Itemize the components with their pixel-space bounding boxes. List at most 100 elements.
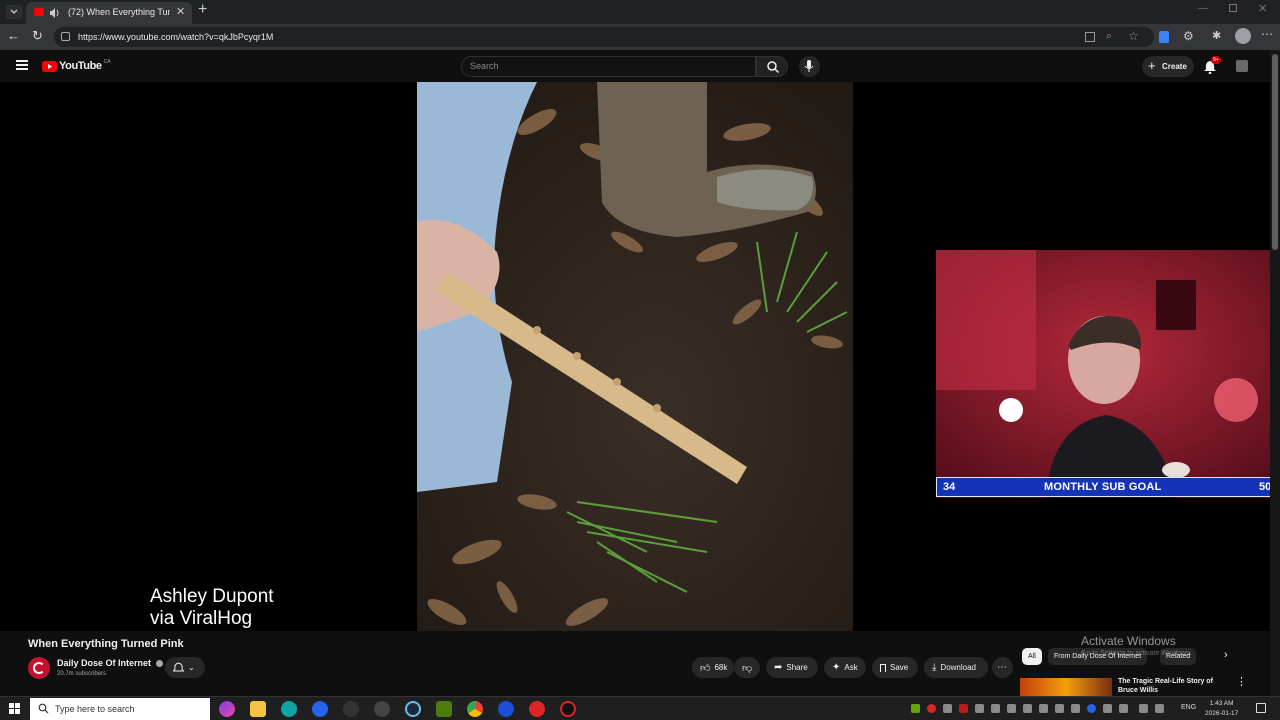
taskbar-search-placeholder: Type here to search (55, 704, 135, 714)
edge-browser-icon[interactable] (281, 701, 297, 717)
search-button[interactable] (756, 56, 788, 77)
tray-icon-12[interactable] (1087, 704, 1096, 713)
notifications-count-badge: 9+ (1211, 56, 1221, 64)
recommended-thumbnail[interactable] (1020, 678, 1112, 696)
create-button[interactable]: + Create (1142, 56, 1194, 77)
site-info-icon[interactable] (61, 32, 70, 41)
caption-line-2: via ViralHog (150, 608, 253, 629)
audio-playing-icon[interactable] (49, 6, 61, 18)
app-icon-blue-2[interactable] (498, 701, 514, 717)
recommended-title-line1: The Tragic Real-Life Story of (1118, 678, 1213, 685)
bookmark-star-icon[interactable]: ☆ (1128, 29, 1139, 43)
tray-icon-10[interactable] (1055, 704, 1064, 713)
browser-tab-strip: (72) When Everything Turne ✕ + — ✕ (0, 0, 1280, 24)
clock-time: 1:43 AM (1209, 700, 1234, 707)
activate-windows-sub: Go to Settings to activate Windows. (1081, 650, 1192, 657)
tray-icon-6[interactable] (991, 704, 1000, 713)
channel-name-text[interactable]: Daily Dose Of Internet (57, 658, 151, 668)
streamer-webcam-overlay (936, 250, 1280, 498)
more-actions-button[interactable]: ⋯ (992, 657, 1013, 678)
chevron-down-icon: ⌄ (188, 663, 195, 672)
page-scrollbar[interactable] (1270, 50, 1280, 696)
account-avatar[interactable] (1236, 60, 1248, 72)
tray-icon-9[interactable] (1039, 704, 1048, 713)
video-frame[interactable] (417, 82, 853, 631)
extensions-puzzle-icon[interactable]: ⚙ (1183, 29, 1194, 43)
save-button[interactable]: Save (872, 657, 918, 678)
url-text[interactable]: https://www.youtube.com/watch?v=qkJbPcyq… (78, 32, 273, 42)
tray-icon-4[interactable] (959, 704, 968, 713)
recommended-title[interactable]: The Tragic Real-Life Story of Bruce Will… (1118, 677, 1213, 695)
tray-icon-14[interactable] (1119, 704, 1128, 713)
tray-icon-13[interactable] (1103, 704, 1112, 713)
app-icon-black-red[interactable] (560, 701, 576, 717)
taskbar-clock[interactable]: 1:43 AM 2026-01-17 (1205, 699, 1238, 719)
network-icon[interactable] (1139, 704, 1148, 713)
tray-icon-8[interactable] (1023, 704, 1032, 713)
app-icon-red[interactable] (529, 701, 545, 717)
ask-button[interactable]: ✦ Ask (824, 657, 866, 678)
volume-icon[interactable] (1155, 704, 1164, 713)
maximize-icon[interactable] (1229, 4, 1237, 12)
youtube-logo[interactable]: YouTube CA (42, 59, 111, 73)
taskbar-search-box[interactable]: Type here to search (30, 698, 210, 720)
reload-icon[interactable]: ↻ (32, 28, 43, 44)
windows-start-icon[interactable] (9, 703, 21, 715)
extension-icon[interactable] (1159, 31, 1169, 43)
download-button[interactable]: ⤓ Download (924, 657, 988, 678)
channel-name[interactable]: Daily Dose Of Internet (57, 658, 163, 668)
dislike-button[interactable]: 👎︎ (734, 657, 760, 678)
notifications-button[interactable]: 9+ (1203, 56, 1221, 75)
app-icon-dark[interactable] (343, 701, 359, 717)
channel-avatar[interactable] (28, 657, 50, 679)
profile-avatar[interactable] (1235, 28, 1251, 44)
tray-icon-1[interactable] (911, 704, 920, 713)
video-content-image (417, 82, 853, 631)
video-player[interactable]: Ashley Dupont via ViralHog 34 MONTHLY SU… (0, 82, 1280, 631)
hamburger-menu-icon[interactable] (16, 60, 28, 70)
search-input[interactable]: Search (461, 56, 756, 77)
chrome-icon[interactable] (467, 701, 483, 717)
tray-icon-7[interactable] (1007, 704, 1016, 713)
tray-icon-3[interactable] (943, 704, 952, 713)
more-icon: ⋯ (997, 662, 1007, 673)
share-button[interactable]: ➦ Share (766, 657, 818, 678)
new-tab-button[interactable]: + (198, 1, 207, 19)
scrollbar-thumb[interactable] (1272, 54, 1278, 250)
chip-all-label: All (1028, 653, 1036, 660)
close-tab-icon[interactable]: ✕ (176, 5, 185, 18)
app-icon-green[interactable] (436, 701, 452, 717)
like-button[interactable]: 👍︎ 68k (692, 657, 734, 678)
minimize-icon[interactable]: — (1198, 3, 1208, 14)
notification-bell-button[interactable]: ⌄ (165, 657, 205, 678)
close-window-icon[interactable]: ✕ (1258, 2, 1267, 15)
copilot-icon[interactable] (219, 701, 235, 717)
youtube-masthead: YouTube CA Search + Create 9+ (0, 50, 1280, 82)
app-icon-blue[interactable] (312, 701, 328, 717)
apps-icon[interactable] (1085, 32, 1095, 42)
voice-search-button[interactable] (799, 56, 820, 77)
tray-icon-11[interactable] (1071, 704, 1080, 713)
file-explorer-icon[interactable] (250, 701, 266, 717)
region-badge: CA (103, 59, 111, 65)
tab-list-button[interactable] (6, 5, 22, 19)
recommended-menu-icon[interactable]: ⋮ (1236, 675, 1247, 688)
chip-all[interactable]: All (1022, 648, 1042, 665)
recommended-video[interactable]: The Tragic Real-Life Story of Bruce Will… (1020, 675, 1266, 696)
browser-tab-active[interactable]: (72) When Everything Turne ✕ (26, 2, 192, 24)
address-bar[interactable]: https://www.youtube.com/watch?v=qkJbPcyq… (54, 27, 1154, 47)
tab-title: (72) When Everything Turne (68, 7, 170, 17)
steam-icon[interactable] (405, 701, 421, 717)
tray-icon-5[interactable] (975, 704, 984, 713)
browser-toolbar: ← ↻ https://www.youtube.com/watch?v=qkJb… (0, 24, 1280, 50)
settings-gear-icon[interactable] (374, 701, 390, 717)
sub-goal-current: 34 (943, 481, 956, 493)
back-arrow-icon[interactable]: ← (7, 28, 20, 43)
language-indicator[interactable]: ENG (1181, 704, 1196, 711)
browser-extension-icon[interactable]: ✱ (1212, 29, 1221, 42)
zoom-icon[interactable]: ⌕ (1106, 30, 1112, 43)
tray-icon-2[interactable] (927, 704, 936, 713)
browser-menu-icon[interactable]: ⋯ (1261, 27, 1273, 41)
notification-center-icon[interactable] (1256, 703, 1266, 713)
chips-next-chevron-icon[interactable]: › (1224, 649, 1228, 661)
